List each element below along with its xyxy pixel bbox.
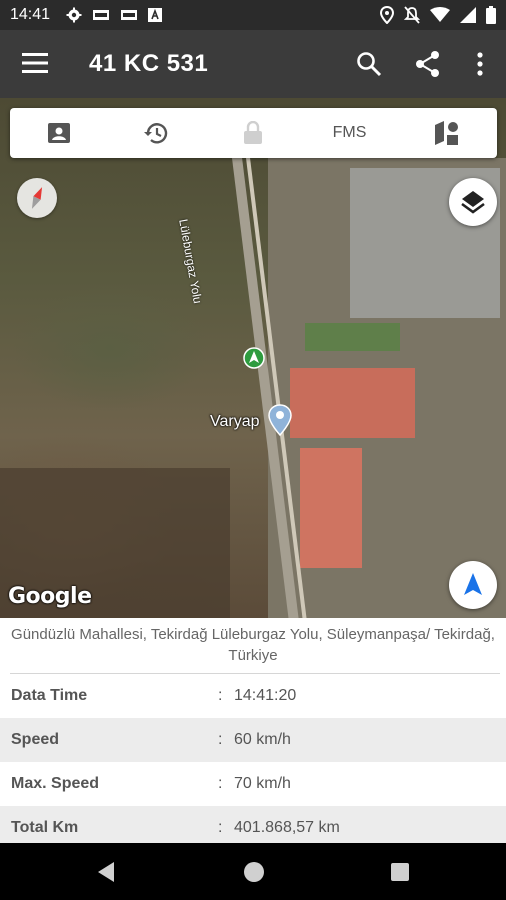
location-pin-icon bbox=[380, 6, 394, 24]
google-logo: Google bbox=[8, 584, 92, 609]
system-navigation-bar bbox=[0, 843, 506, 900]
detail-separator: : bbox=[218, 731, 223, 748]
home-icon[interactable] bbox=[243, 861, 265, 883]
signal-icon bbox=[460, 7, 476, 23]
sim-icon bbox=[121, 10, 137, 20]
mute-icon bbox=[404, 6, 420, 24]
search-icon[interactable] bbox=[355, 50, 383, 78]
navigate-button[interactable] bbox=[449, 561, 497, 609]
wifi-icon bbox=[430, 7, 450, 22]
vehicle-tab-bar: FMS bbox=[10, 108, 497, 158]
navigation-arrow-icon bbox=[464, 573, 482, 595]
detail-value: 70 km/h bbox=[234, 775, 291, 792]
hamburger-menu-icon[interactable] bbox=[22, 52, 48, 74]
detail-label: Max. Speed bbox=[11, 775, 100, 792]
map-shapes-icon bbox=[434, 121, 458, 145]
compass-icon bbox=[31, 187, 43, 209]
sim-icon bbox=[93, 10, 109, 20]
back-icon[interactable] bbox=[96, 861, 116, 883]
detail-label: Total Km bbox=[11, 819, 79, 836]
tab-fms[interactable]: FMS bbox=[301, 108, 398, 158]
map-sports-field bbox=[305, 323, 400, 351]
status-time: 14:41 bbox=[10, 6, 51, 23]
detail-label: Speed bbox=[11, 731, 60, 748]
status-bar: 14:41 bbox=[0, 0, 506, 30]
detail-separator: : bbox=[218, 775, 223, 792]
tab-lock[interactable] bbox=[204, 108, 301, 158]
tab-history[interactable] bbox=[107, 108, 204, 158]
detail-row-max-speed: Max. Speed : 70 km/h bbox=[0, 762, 506, 806]
share-icon[interactable] bbox=[414, 50, 442, 78]
lock-icon bbox=[243, 121, 262, 144]
status-left-icons bbox=[66, 7, 162, 23]
detail-separator: : bbox=[218, 687, 223, 704]
vehicle-address: Gündüzlü Mahallesi, Tekirdağ Lüleburgaz … bbox=[0, 618, 506, 673]
status-right-icons bbox=[380, 6, 496, 24]
detail-value: 14:41:20 bbox=[234, 687, 297, 704]
layers-icon bbox=[461, 191, 485, 214]
contact-card-icon bbox=[47, 123, 70, 143]
poi-label: Varyap bbox=[210, 413, 260, 430]
vehicle-plate-title: 41 KC 531 bbox=[89, 50, 209, 77]
detail-value: 60 km/h bbox=[234, 731, 291, 748]
poi-pin-icon[interactable] bbox=[268, 404, 292, 436]
recents-icon[interactable] bbox=[390, 862, 410, 882]
road-label: Lüleburgaz Yolu bbox=[176, 218, 205, 305]
detail-separator: : bbox=[218, 819, 223, 836]
map-building bbox=[300, 448, 362, 568]
detail-row-data-time: Data Time : 14:41:20 bbox=[0, 674, 506, 718]
history-icon bbox=[143, 123, 167, 144]
vehicle-marker-icon[interactable] bbox=[243, 347, 265, 369]
app-bar: 41 KC 531 bbox=[0, 30, 506, 98]
map-layers-button[interactable] bbox=[449, 178, 497, 226]
compass-button[interactable] bbox=[17, 178, 57, 218]
battery-icon bbox=[486, 6, 496, 24]
detail-label: Data Time bbox=[11, 687, 88, 704]
settings-icon bbox=[66, 7, 82, 23]
detail-value: 401.868,57 km bbox=[234, 819, 340, 836]
tab-map-shapes[interactable] bbox=[398, 108, 495, 158]
tab-contact[interactable] bbox=[10, 108, 107, 158]
map-building bbox=[290, 368, 415, 438]
font-a-icon bbox=[148, 8, 162, 22]
more-vert-icon[interactable] bbox=[466, 50, 494, 78]
detail-row-speed: Speed : 60 km/h bbox=[0, 718, 506, 762]
tab-fms-label: FMS bbox=[332, 124, 367, 141]
